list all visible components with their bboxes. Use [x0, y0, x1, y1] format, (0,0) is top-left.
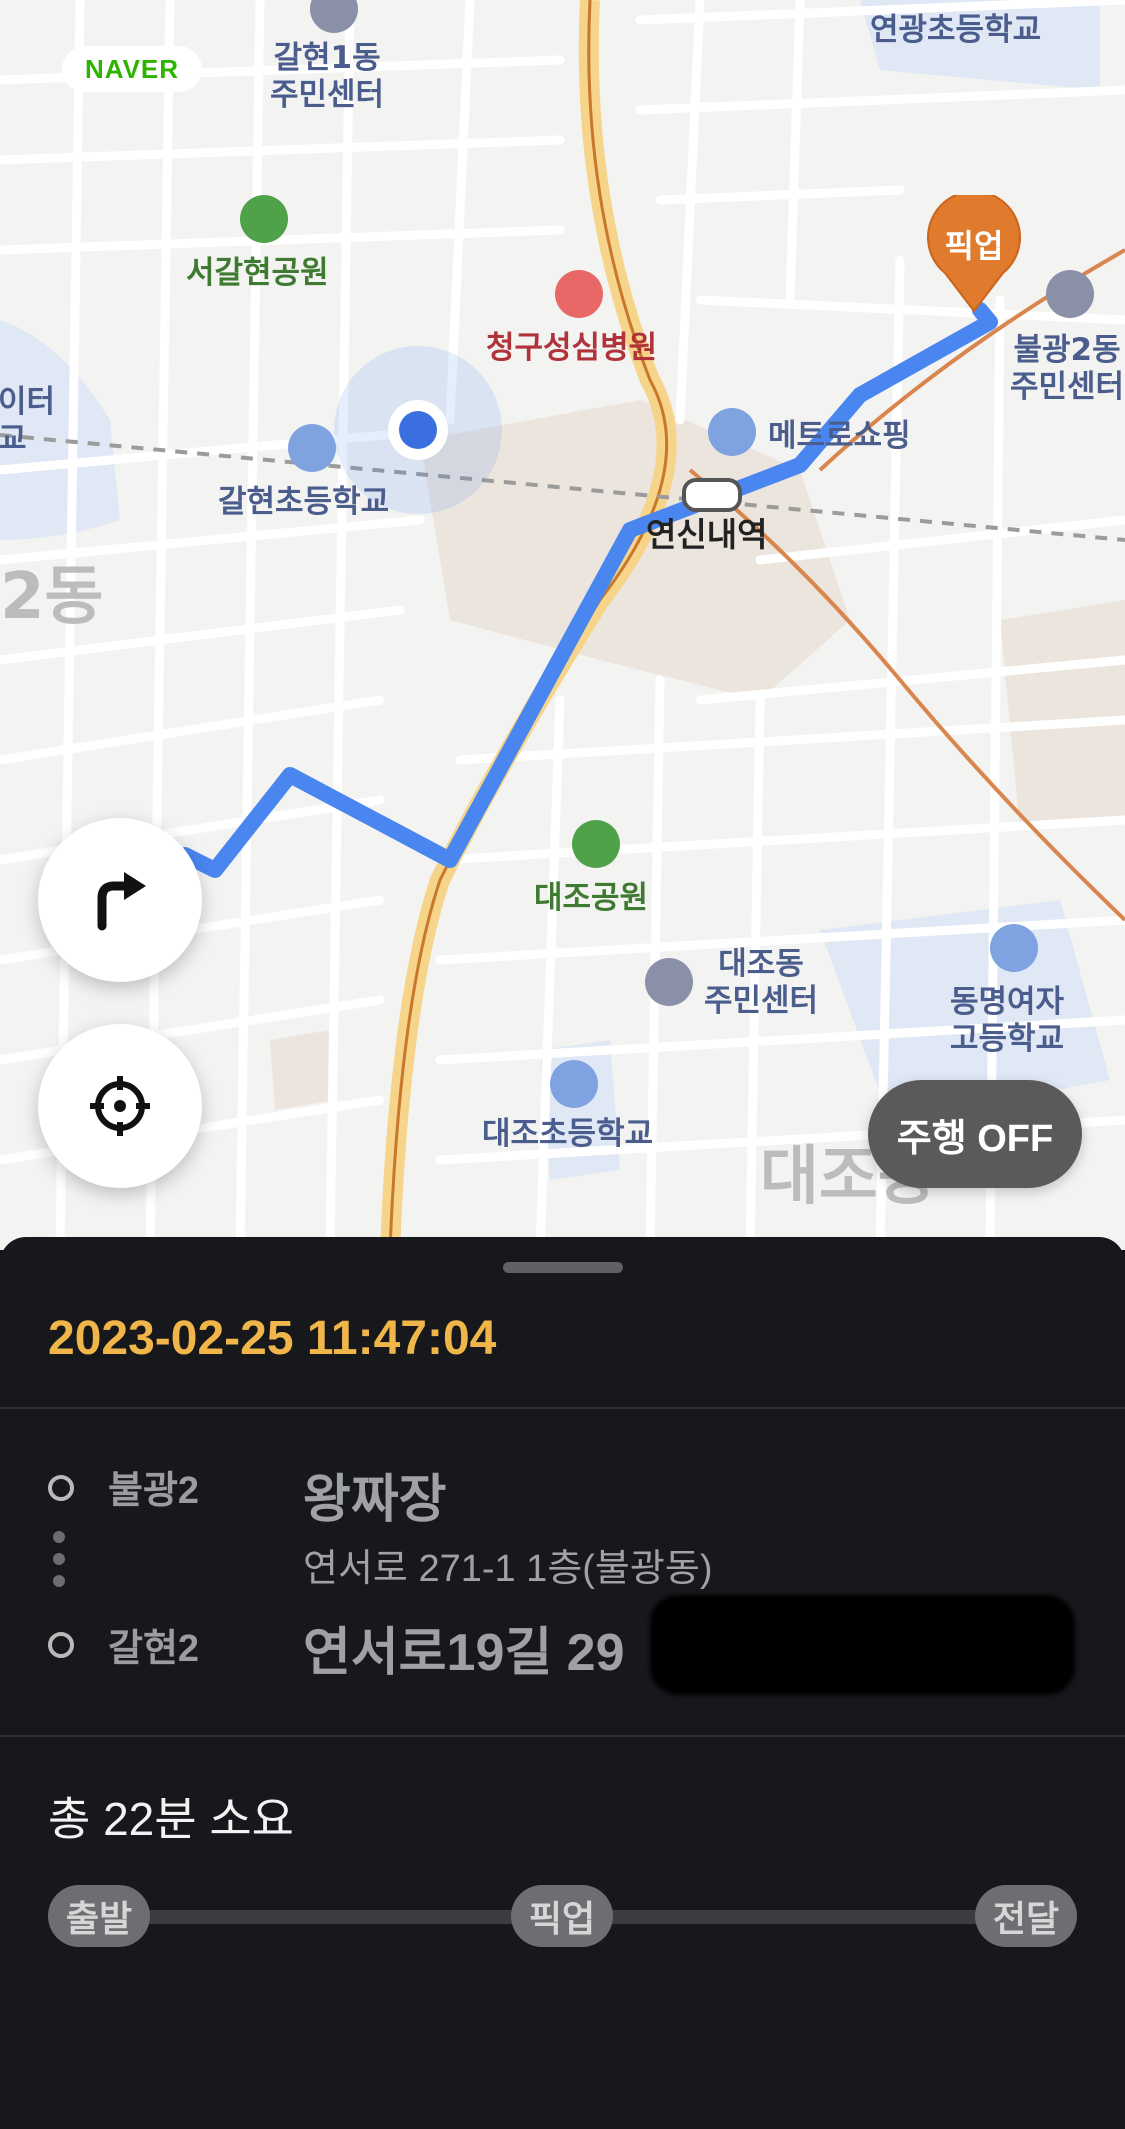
school-icon — [288, 424, 336, 472]
divider — [0, 1735, 1125, 1737]
hospital-icon — [555, 270, 603, 318]
destination-dot-icon — [48, 1632, 74, 1658]
order-datetime: 2023-02-25 11:47:04 — [48, 1312, 497, 1365]
public-office-icon — [645, 958, 693, 1006]
map-label-seogalhyeon-park: 서갈현공원 — [186, 255, 329, 291]
step-pickup: 픽업 — [511, 1885, 613, 1947]
subway-station-icon — [682, 478, 742, 512]
map-label-daejo-park: 대조공원 — [534, 880, 649, 916]
map-label-district: 2동 — [0, 560, 104, 634]
total-duration: 총 22분 소요 — [48, 1793, 295, 1845]
shop-name: 왕짜장 — [303, 1471, 447, 1529]
park-icon — [572, 820, 620, 868]
connector-dot — [53, 1553, 65, 1565]
delivery-bottom-sheet: 2023-02-25 11:47:04 불광2 갈현2 왕짜장 연서로 271-… — [0, 1237, 1125, 2129]
map-label-left-edge: 이터 교 — [0, 384, 56, 457]
map-label-hospital: 청구성심병원 — [486, 330, 658, 366]
map-label-daejo-school: 대조초등학교 — [482, 1116, 654, 1152]
connector-dot — [53, 1531, 65, 1543]
shop-address: 연서로 271-1 1층(불광동) — [303, 1548, 713, 1590]
shopping-icon — [708, 408, 756, 456]
map-label-station: 연신내역 — [646, 515, 768, 554]
map-label-galhyeon1-center: 갈현1동 주민센터 — [270, 40, 385, 113]
map-label-yeongwang-school: 연광초등학교 — [870, 12, 1042, 48]
map-label-bulgwang2-center: 불광2동 주민센터 — [1010, 332, 1125, 405]
current-location-icon — [399, 411, 437, 449]
destination-area: 갈현2 — [108, 1628, 200, 1670]
map-label-daejo-center: 대조동 주민센터 — [704, 946, 819, 1019]
sheet-drag-handle[interactable] — [503, 1262, 623, 1273]
divider — [0, 1407, 1125, 1409]
pickup-marker[interactable]: 픽업 — [925, 190, 1023, 315]
park-icon — [240, 195, 288, 243]
turn-right-icon — [97, 872, 146, 931]
map-view[interactable]: NAVER 갈현1동 주민센터 연광초등학교 서갈현공원 청구성심병원 불광2동 주… — [0, 0, 1125, 1250]
redacted-block — [650, 1595, 1075, 1695]
destination-address: 연서로19길 29 — [303, 1624, 625, 1682]
origin-area: 불광2 — [108, 1470, 200, 1512]
map-label-galhyeon-school: 갈현초등학교 — [218, 484, 390, 520]
school-icon — [550, 1060, 598, 1108]
map-label-dongmyeong-school: 동명여자 고등학교 — [950, 984, 1065, 1057]
step-depart: 출발 — [48, 1885, 150, 1947]
step-deliver: 전달 — [975, 1885, 1077, 1947]
public-office-icon — [1046, 270, 1094, 318]
drive-mode-toggle[interactable]: 주행 OFF — [868, 1080, 1082, 1188]
connector-dot — [53, 1575, 65, 1587]
naver-logo: NAVER — [62, 46, 202, 92]
pickup-marker-label: 픽업 — [944, 228, 1004, 264]
origin-dot-icon — [48, 1475, 74, 1501]
school-icon — [990, 924, 1038, 972]
turn-by-turn-button[interactable] — [38, 818, 202, 982]
map-label-metro-shopping: 메트로쇼핑 — [768, 418, 911, 454]
crosshair-icon — [90, 1076, 150, 1136]
locate-me-button[interactable] — [38, 1024, 202, 1188]
